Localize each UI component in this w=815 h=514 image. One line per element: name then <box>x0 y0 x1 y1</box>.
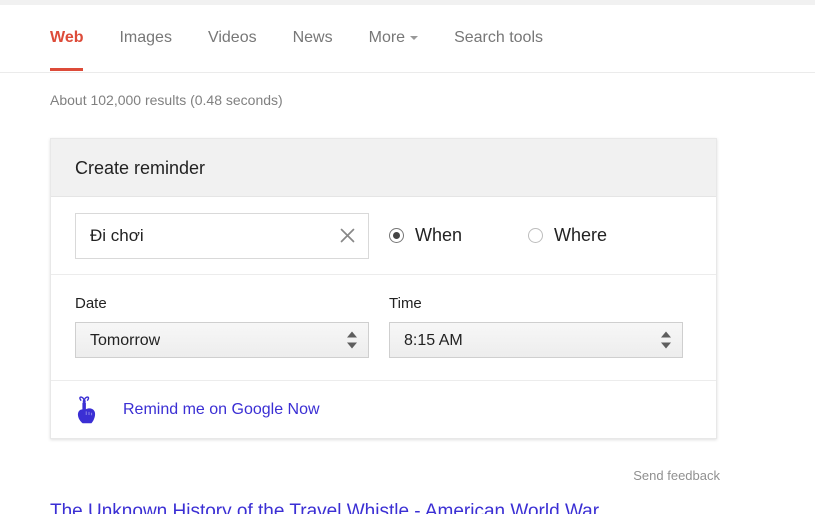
tab-more[interactable]: More <box>368 5 419 71</box>
reminder-finger-string-icon <box>73 395 99 425</box>
chevron-down-icon <box>410 36 419 40</box>
date-select-value: Tomorrow <box>90 332 161 349</box>
radio-dot-where[interactable] <box>528 228 544 243</box>
reminder-name-row: When Where <box>51 197 716 275</box>
remind-me-on-google-now-link[interactable]: Remind me on Google Now <box>123 401 320 419</box>
radio-option-where[interactable]: Where <box>528 225 607 246</box>
result-stats: About 102,000 results (0.48 seconds) <box>50 92 283 108</box>
create-reminder-card: Create reminder When Where <box>50 138 717 439</box>
clear-icon[interactable] <box>334 223 360 249</box>
date-label: Date <box>75 295 107 312</box>
date-select[interactable]: Tomorrow <box>75 322 369 358</box>
reminder-action-row: Remind me on Google Now <box>51 381 716 438</box>
time-select[interactable]: 8:15 AM <box>389 322 683 358</box>
time-select-value: 8:15 AM <box>404 332 463 349</box>
tab-search-tools[interactable]: Search tools <box>454 5 543 71</box>
search-results-page: Web Images Videos News More Search tools… <box>0 0 815 514</box>
radio-option-when[interactable]: When <box>389 225 462 246</box>
reminder-mode-radio-group: When Where <box>389 225 607 246</box>
tab-videos[interactable]: Videos <box>208 5 257 71</box>
page-title: Create reminder <box>75 157 206 178</box>
tab-news[interactable]: News <box>293 5 333 71</box>
time-field-block: Time 8:15 AM <box>389 295 683 380</box>
spinner-arrows-icon[interactable] <box>347 331 358 349</box>
time-label: Time <box>389 295 422 312</box>
reminder-datetime-row: Date Tomorrow Time 8:15 AM <box>51 275 716 381</box>
create-reminder-header: Create reminder <box>51 139 716 197</box>
tab-more-label: More <box>368 29 406 46</box>
search-nav-bar: Web Images Videos News More Search tools <box>0 5 815 73</box>
spinner-arrows-icon[interactable] <box>661 331 672 349</box>
send-feedback-link[interactable]: Send feedback <box>633 468 720 483</box>
reminder-input[interactable] <box>76 214 314 257</box>
date-field-block: Date Tomorrow <box>75 295 369 380</box>
radio-label-when: When <box>415 225 463 245</box>
radio-label-where: Where <box>554 225 608 245</box>
reminder-text-field[interactable] <box>75 212 369 259</box>
search-nav-tabs: Web Images Videos News More Search tools <box>50 5 579 73</box>
first-result-clipped: The Unknown History of the Travel Whistl… <box>50 500 750 514</box>
tab-web[interactable]: Web <box>50 5 84 71</box>
tab-images[interactable]: Images <box>119 5 171 71</box>
radio-dot-when[interactable] <box>389 228 404 243</box>
first-result-title-link[interactable]: The Unknown History of the Travel Whistl… <box>50 500 750 514</box>
